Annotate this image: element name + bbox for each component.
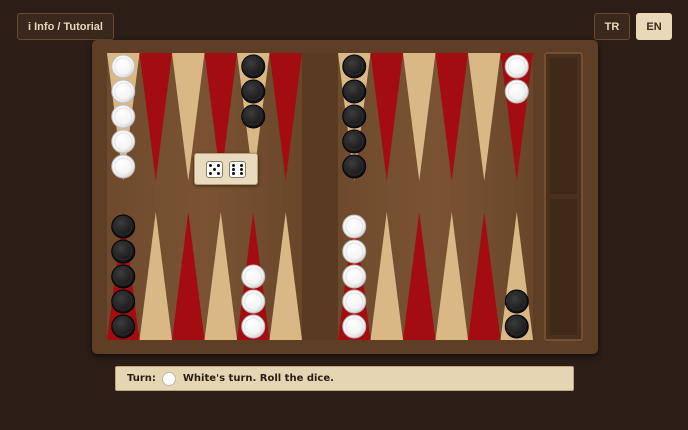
die-pip	[209, 163, 212, 167]
die-pip	[232, 167, 235, 171]
info-tutorial-button[interactable]: i Info / Tutorial	[17, 13, 114, 40]
die-pip	[240, 163, 243, 167]
die-pip	[240, 171, 243, 175]
left-board	[107, 53, 302, 340]
die-2	[229, 160, 246, 178]
status-message: White's turn. Roll the dice.	[182, 373, 334, 384]
die-1	[206, 160, 223, 178]
language-tr-button[interactable]: TR	[594, 13, 630, 40]
bear-off-top	[550, 58, 577, 194]
die-pip	[217, 171, 220, 175]
dice-display[interactable]	[194, 153, 258, 185]
status-bar: Turn: White's turn. Roll the dice.	[115, 366, 574, 391]
language-en-button[interactable]: EN	[636, 13, 672, 40]
die-pip	[209, 171, 212, 175]
die-pip	[232, 163, 235, 167]
bear-off-bottom	[550, 199, 577, 335]
board-surface	[107, 52, 583, 341]
die-pip	[240, 167, 243, 171]
die-pip	[217, 163, 220, 167]
die-pip	[232, 171, 235, 175]
right-board	[338, 53, 533, 340]
center-bar[interactable]	[302, 53, 338, 340]
backgammon-board	[92, 40, 598, 354]
die-pip	[213, 167, 216, 171]
turn-label: Turn:	[127, 373, 156, 384]
white-turn-indicator	[161, 371, 176, 386]
